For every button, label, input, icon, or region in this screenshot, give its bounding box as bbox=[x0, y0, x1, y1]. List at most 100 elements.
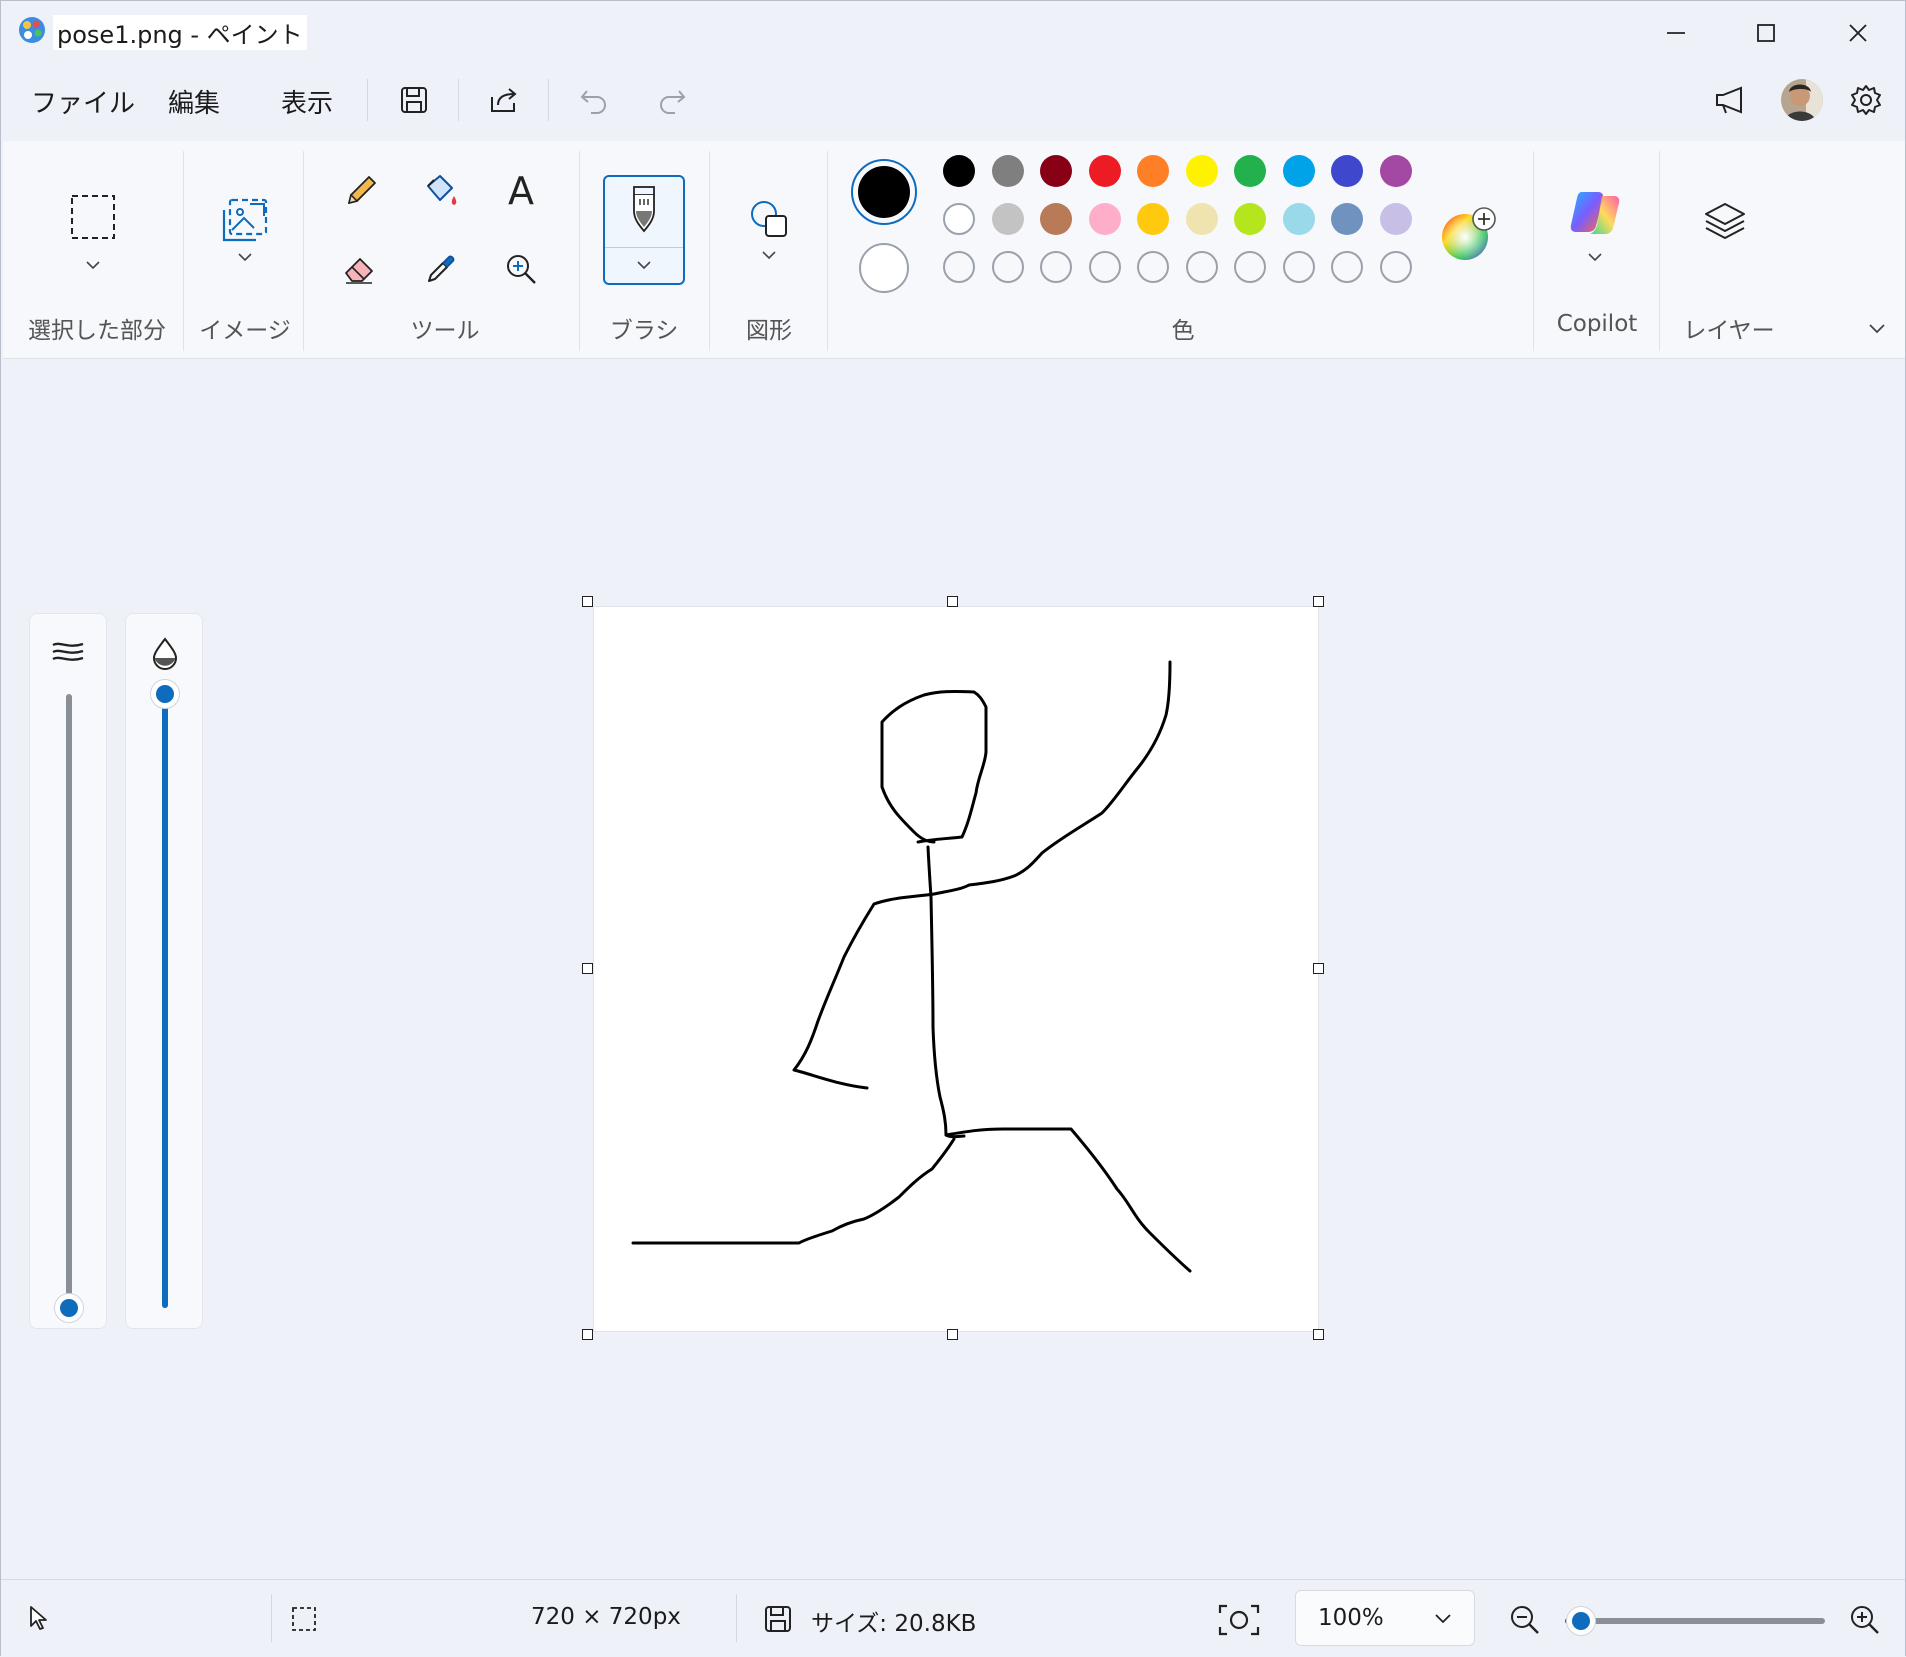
expand-ribbon-icon[interactable] bbox=[1867, 321, 1887, 335]
undo-button[interactable] bbox=[569, 77, 619, 123]
maximize-button[interactable] bbox=[1731, 11, 1801, 55]
layers-button[interactable] bbox=[1697, 193, 1753, 249]
opacity-panel bbox=[125, 613, 203, 1329]
color-swatch[interactable] bbox=[943, 155, 975, 187]
fill-tool[interactable] bbox=[413, 163, 469, 219]
color-swatch[interactable] bbox=[1282, 203, 1315, 235]
save-button[interactable] bbox=[389, 77, 439, 123]
color-swatch[interactable] bbox=[1379, 155, 1412, 187]
color-swatch[interactable] bbox=[1088, 203, 1121, 235]
resize-handle-top-right[interactable] bbox=[1313, 596, 1324, 607]
brush-button[interactable] bbox=[603, 175, 685, 285]
color-picker-icon bbox=[428, 255, 455, 282]
color-swatch[interactable] bbox=[1137, 203, 1169, 235]
chevron-down-icon[interactable] bbox=[761, 249, 777, 261]
empty-color-swatch[interactable] bbox=[1331, 251, 1363, 283]
chevron-down-icon[interactable] bbox=[237, 251, 253, 263]
color-swatch[interactable] bbox=[1234, 203, 1266, 235]
pencil-tool[interactable] bbox=[333, 163, 389, 219]
share-button[interactable] bbox=[479, 77, 529, 123]
color-swatch[interactable] bbox=[943, 203, 975, 235]
empty-color-swatch[interactable] bbox=[1040, 251, 1072, 283]
ribbon: 選択した部分 イメージ A ツール ブラシ 図形 色 Copilot レイヤー bbox=[3, 141, 1905, 359]
ribbon-divider bbox=[1533, 151, 1534, 351]
copilot-button[interactable] bbox=[1567, 185, 1623, 241]
account-button[interactable] bbox=[1777, 77, 1827, 123]
resize-handle-left[interactable] bbox=[582, 963, 593, 974]
menu-edit[interactable]: 編集 bbox=[168, 83, 220, 120]
secondary-color-button[interactable] bbox=[859, 243, 909, 293]
image-button[interactable] bbox=[217, 191, 273, 247]
chevron-down-icon[interactable] bbox=[1587, 251, 1603, 263]
announcement-icon bbox=[1716, 86, 1742, 114]
color-picker-tool[interactable] bbox=[413, 241, 469, 297]
color-swatch[interactable] bbox=[1379, 203, 1412, 235]
empty-color-swatch[interactable] bbox=[1234, 251, 1266, 283]
settings-button[interactable] bbox=[1841, 77, 1891, 123]
resize-handle-top-left[interactable] bbox=[582, 596, 593, 607]
size-slider-thumb[interactable] bbox=[54, 1293, 84, 1323]
size-slider-track[interactable] bbox=[66, 694, 72, 1308]
zoom-in-icon[interactable] bbox=[1849, 1604, 1881, 1636]
zoom-slider-thumb[interactable] bbox=[1565, 1606, 1596, 1636]
pointer-icon bbox=[30, 1606, 47, 1630]
resize-handle-top[interactable] bbox=[947, 596, 958, 607]
edit-colors-icon bbox=[1442, 207, 1496, 260]
menu-view[interactable]: 表示 bbox=[281, 83, 333, 120]
settings-icon bbox=[1851, 85, 1881, 115]
empty-color-swatch[interactable] bbox=[1088, 251, 1121, 283]
zoom-dropdown[interactable]: 100% bbox=[1295, 1590, 1475, 1646]
maximize-icon bbox=[1757, 24, 1775, 42]
resize-handle-right[interactable] bbox=[1313, 963, 1324, 974]
chevron-down-icon bbox=[1435, 1614, 1451, 1624]
text-tool[interactable]: A bbox=[493, 163, 549, 219]
stroke-size-icon bbox=[52, 642, 84, 661]
empty-color-swatch[interactable] bbox=[1185, 251, 1218, 283]
opacity-slider-fill bbox=[162, 694, 168, 1308]
paint-app-icon bbox=[19, 17, 45, 43]
empty-color-swatch[interactable] bbox=[1137, 251, 1169, 283]
empty-color-swatch[interactable] bbox=[943, 251, 975, 283]
opacity-slider-thumb[interactable] bbox=[150, 679, 180, 709]
color-swatch[interactable] bbox=[1040, 203, 1072, 235]
resize-handle-bottom[interactable] bbox=[947, 1329, 958, 1340]
menu-file[interactable]: ファイル bbox=[31, 83, 135, 120]
selection-button[interactable] bbox=[65, 189, 121, 245]
color-swatch[interactable] bbox=[991, 155, 1024, 187]
shapes-button[interactable] bbox=[741, 191, 797, 247]
redo-button[interactable] bbox=[647, 77, 697, 123]
resize-handle-bottom-right[interactable] bbox=[1313, 1329, 1324, 1340]
zoom-slider-track[interactable] bbox=[1565, 1618, 1825, 1624]
empty-color-swatch[interactable] bbox=[1379, 251, 1412, 283]
empty-color-swatch[interactable] bbox=[1282, 251, 1315, 283]
color-swatch[interactable] bbox=[1331, 155, 1363, 187]
color-swatch[interactable] bbox=[1234, 155, 1266, 187]
chevron-down-icon[interactable] bbox=[85, 259, 101, 271]
color-swatch[interactable] bbox=[1331, 203, 1363, 235]
color-swatch[interactable] bbox=[1282, 155, 1315, 187]
empty-color-swatch[interactable] bbox=[991, 251, 1024, 283]
primary-color-button[interactable] bbox=[851, 159, 917, 225]
minimize-button[interactable] bbox=[1641, 11, 1711, 55]
status-bar: 720 × 720px サイズ: 20.8KB 100% bbox=[1, 1579, 1905, 1657]
color-swatch[interactable] bbox=[1185, 155, 1218, 187]
primary-color-swatch bbox=[858, 166, 910, 218]
resize-handle-bottom-left[interactable] bbox=[582, 1329, 593, 1340]
zoom-out-icon[interactable] bbox=[1509, 1604, 1541, 1636]
drawing-canvas[interactable] bbox=[593, 606, 1319, 1332]
color-swatch[interactable] bbox=[1137, 155, 1169, 187]
color-swatch[interactable] bbox=[1088, 155, 1121, 187]
file-size: サイズ: 20.8KB bbox=[811, 1611, 977, 1637]
announcement-button[interactable] bbox=[1705, 77, 1755, 123]
copilot-group-label: Copilot bbox=[1556, 311, 1638, 337]
color-swatch[interactable] bbox=[1040, 155, 1072, 187]
copilot-icon bbox=[1570, 192, 1620, 234]
close-button[interactable] bbox=[1823, 11, 1893, 55]
fit-screen-button[interactable] bbox=[1215, 1598, 1263, 1642]
color-swatch[interactable] bbox=[991, 203, 1024, 235]
eraser-tool[interactable] bbox=[333, 241, 389, 297]
magnifier-tool[interactable] bbox=[493, 241, 549, 297]
color-swatch[interactable] bbox=[1185, 203, 1218, 235]
menu-divider bbox=[548, 79, 549, 121]
edit-colors-button[interactable] bbox=[1441, 207, 1496, 260]
